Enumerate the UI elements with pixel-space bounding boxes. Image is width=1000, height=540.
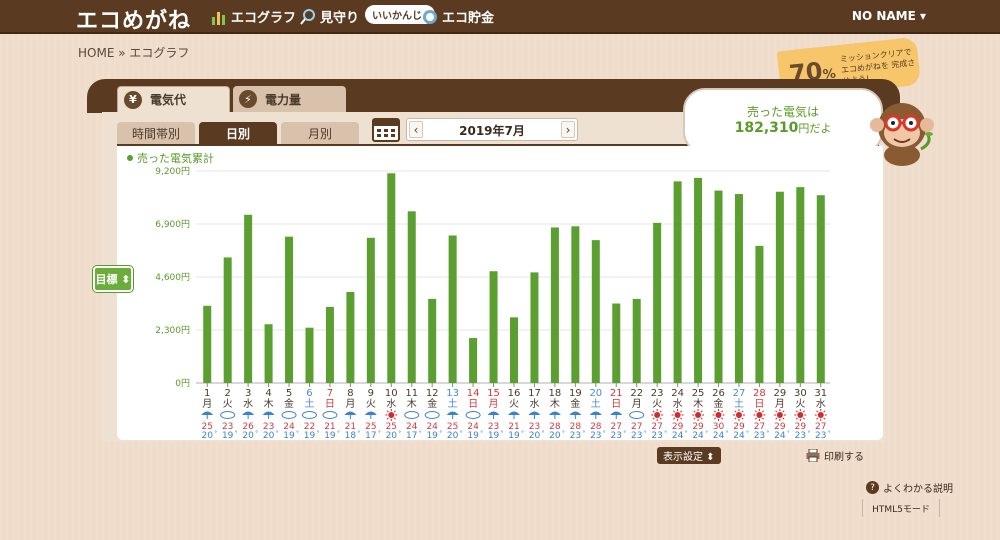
subtab-hourly[interactable]: 時間帯別 — [117, 122, 195, 145]
user-menu[interactable]: NO NAME ▾ — [852, 9, 926, 23]
goal-select-button[interactable]: 目標 ⬍ — [93, 266, 133, 292]
display-settings-button[interactable]: 表示設定 ⬍ — [657, 447, 721, 464]
month-selector: ‹ 2019年7月 › — [406, 118, 578, 141]
nav-eco-savings[interactable]: エコ貯金 — [422, 7, 494, 26]
tab-denkidai-label: 電気代 — [150, 93, 187, 107]
sold-unit: 円だよ — [798, 122, 832, 135]
help-label: よくわかる説明 — [883, 484, 953, 495]
next-month-button[interactable]: › — [561, 121, 575, 138]
subtab-monthly[interactable]: 月別 — [281, 122, 359, 145]
html5-mode-link[interactable]: HTML5モード — [862, 499, 940, 517]
printer-icon — [806, 449, 820, 462]
nav-mimamori-label: 見守り — [320, 11, 360, 26]
breadcrumb[interactable]: HOME » エコグラフ — [78, 44, 189, 61]
yen-icon: ¥ — [124, 90, 142, 109]
nav-mimamori[interactable]: 見守り — [300, 7, 359, 26]
print-button[interactable]: 印刷する — [800, 447, 870, 464]
help-link[interactable]: ? よくわかる説明 — [866, 480, 953, 495]
calendar-icon[interactable] — [372, 118, 400, 142]
nav-ecograph[interactable]: エコグラフ — [211, 7, 296, 26]
magnifier-icon — [300, 8, 315, 25]
sold-label: 売った電気は — [746, 105, 819, 119]
tab-denkidai[interactable]: ¥ 電気代 — [117, 86, 230, 112]
sold-electricity-card: 売った電気は 182,310円だよ — [683, 88, 883, 154]
bolt-icon: ⚡ — [239, 90, 257, 108]
sold-value: 182,310 — [734, 120, 799, 136]
logo[interactable]: エコめがね — [76, 3, 191, 35]
piggy-icon — [423, 9, 437, 24]
nav-ecograph-label: エコグラフ — [231, 11, 297, 26]
chart-card — [117, 146, 883, 440]
tab-denryokuryo-label: 電力量 — [265, 92, 302, 107]
sold-value-line: 182,310円だよ — [685, 120, 881, 136]
bar-chart-icon — [212, 11, 225, 25]
subtab-daily[interactable]: 日別 — [199, 122, 277, 145]
tab-denryokuryo[interactable]: ⚡ 電力量 — [233, 86, 346, 112]
question-icon: ? — [866, 481, 879, 494]
print-label: 印刷する — [824, 452, 864, 463]
nav-eco-savings-label: エコ貯金 — [442, 11, 495, 26]
month-label: 2019年7月 — [459, 124, 525, 138]
